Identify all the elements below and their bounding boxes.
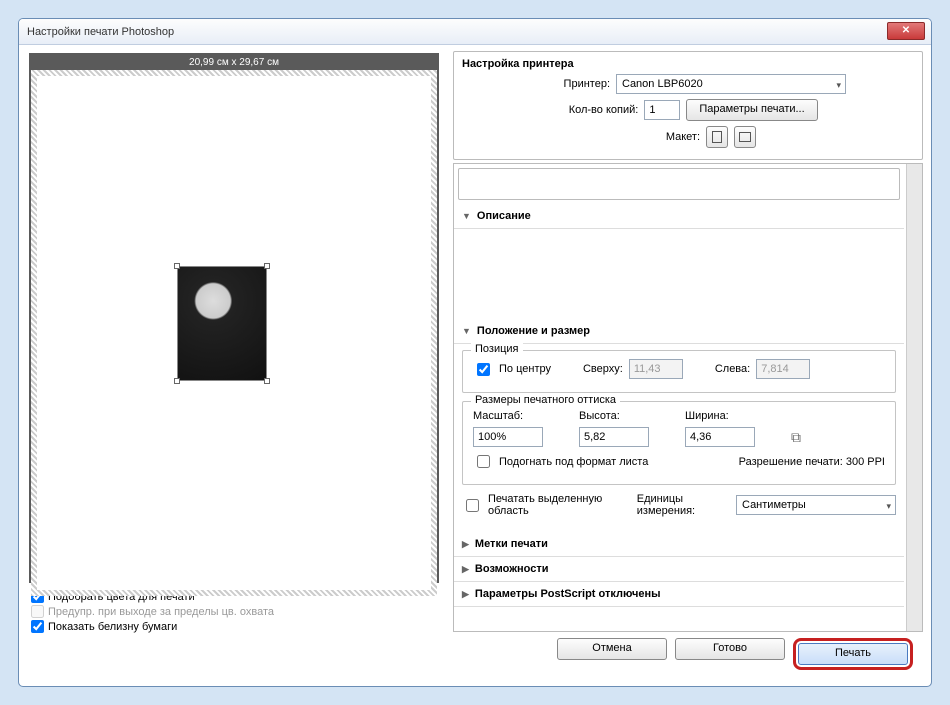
resolution-label: Разрешение печати: 300 PPI (739, 456, 885, 468)
printer-setup-section: Настройка принтера Принтер: Canon LBP602… (453, 51, 923, 160)
cancel-button[interactable]: Отмена (557, 638, 667, 660)
orientation-landscape-button[interactable] (734, 126, 756, 148)
top-input: 11,43 (629, 359, 683, 379)
description-header[interactable]: Описание (454, 204, 904, 229)
link-icon[interactable]: ⧉ (791, 429, 801, 446)
copies-label: Кол-во копий: (558, 104, 638, 116)
print-button[interactable]: Печать (798, 643, 908, 665)
position-legend: Позиция (471, 343, 523, 355)
units-select[interactable]: Сантиметры (736, 495, 896, 515)
preview-paper[interactable] (37, 76, 431, 590)
done-button[interactable]: Готово (675, 638, 785, 660)
print-button-highlight: Печать (793, 638, 913, 670)
printer-label: Принтер: (530, 78, 610, 90)
width-label: Ширина: (685, 410, 729, 422)
orientation-portrait-button[interactable] (706, 126, 728, 148)
preview-pane: 20,99 см х 29,67 см (19, 45, 449, 686)
height-input[interactable]: 5,82 (579, 427, 649, 447)
portrait-icon (712, 131, 722, 143)
left-label: Слева: (715, 363, 750, 375)
scale-input[interactable]: 100% (473, 427, 543, 447)
landscape-icon (739, 132, 751, 142)
scrollbar[interactable] (906, 164, 922, 631)
options-scroll-area: Описание Положение и размер Позиция По ц… (453, 163, 923, 632)
layout-label: Макет: (620, 131, 700, 143)
scale-label: Масштаб: (473, 410, 523, 422)
fit-media-checkbox[interactable] (477, 455, 490, 468)
center-checkbox[interactable] (477, 363, 490, 376)
postscript-header[interactable]: Параметры PostScript отключены (454, 582, 904, 607)
width-input[interactable]: 4,36 (685, 427, 755, 447)
fit-media-label: Подогнать под формат листа (499, 456, 648, 468)
print-selected-label: Печатать выделенную область (488, 493, 625, 517)
close-button[interactable]: ✕ (887, 22, 925, 40)
gamut-warning-label: Предупр. при выходе за пределы цв. охват… (48, 606, 274, 618)
titlebar[interactable]: Настройки печати Photoshop ✕ (19, 19, 931, 45)
units-label: Единицы измерения: (637, 493, 730, 517)
functions-header[interactable]: Возможности (454, 557, 904, 582)
color-management-panel (458, 168, 900, 200)
window-title: Настройки печати Photoshop (27, 26, 174, 38)
preview-dimensions: 20,99 см х 29,67 см (31, 55, 437, 70)
preview-image[interactable] (177, 266, 267, 381)
print-settings-dialog: Настройки печати Photoshop ✕ 20,99 см х … (18, 18, 932, 687)
left-input: 7,814 (756, 359, 810, 379)
printer-setup-title: Настройка принтера (462, 58, 914, 70)
height-label: Высота: (579, 410, 620, 422)
print-selected-checkbox[interactable] (466, 499, 479, 512)
print-settings-button[interactable]: Параметры печати... (686, 99, 817, 121)
position-size-body: Позиция По центру Сверху: 11,43 Слева: 7… (454, 344, 904, 532)
center-label: По центру (499, 363, 551, 375)
position-size-header[interactable]: Положение и размер (454, 319, 904, 344)
scaled-size-legend: Размеры печатного оттиска (471, 394, 620, 406)
printer-select[interactable]: Canon LBP6020 (616, 74, 846, 94)
description-body (454, 229, 904, 319)
print-marks-header[interactable]: Метки печати (454, 532, 904, 557)
paper-white-label: Показать белизну бумаги (48, 621, 177, 633)
copies-input[interactable]: 1 (644, 100, 680, 120)
top-label: Сверху: (583, 363, 623, 375)
paper-white-checkbox[interactable] (31, 620, 44, 633)
gamut-warning-checkbox (31, 605, 44, 618)
